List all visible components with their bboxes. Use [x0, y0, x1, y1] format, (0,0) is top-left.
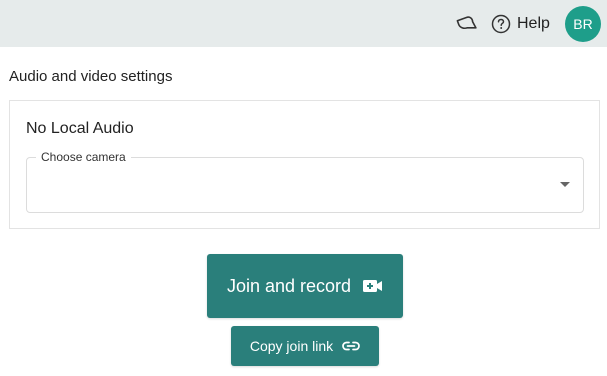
choose-camera-label: Choose camera	[36, 150, 131, 164]
link-icon	[342, 341, 360, 351]
user-avatar[interactable]: BR	[565, 6, 601, 42]
audio-status-label: No Local Audio	[26, 120, 134, 137]
copy-join-link-button[interactable]: Copy join link	[231, 326, 379, 366]
top-bar: Help BR	[0, 0, 607, 47]
join-and-record-label: Join and record	[226, 275, 352, 296]
question-circle-icon	[491, 14, 511, 34]
help-button[interactable]: Help	[491, 12, 550, 36]
settings-title: Audio and video settings	[9, 68, 173, 85]
settings-card: No Local Audio Choose camera	[9, 100, 600, 229]
dropdown-arrow-icon	[560, 182, 570, 187]
help-label: Help	[517, 15, 550, 32]
copy-join-link-label: Copy join link	[249, 338, 334, 354]
choose-camera-select[interactable]: Choose camera	[26, 150, 584, 213]
notifications-bell-icon[interactable]	[455, 13, 477, 35]
video-camera-plus-icon	[363, 279, 383, 293]
join-and-record-button[interactable]: Join and record	[207, 254, 403, 318]
